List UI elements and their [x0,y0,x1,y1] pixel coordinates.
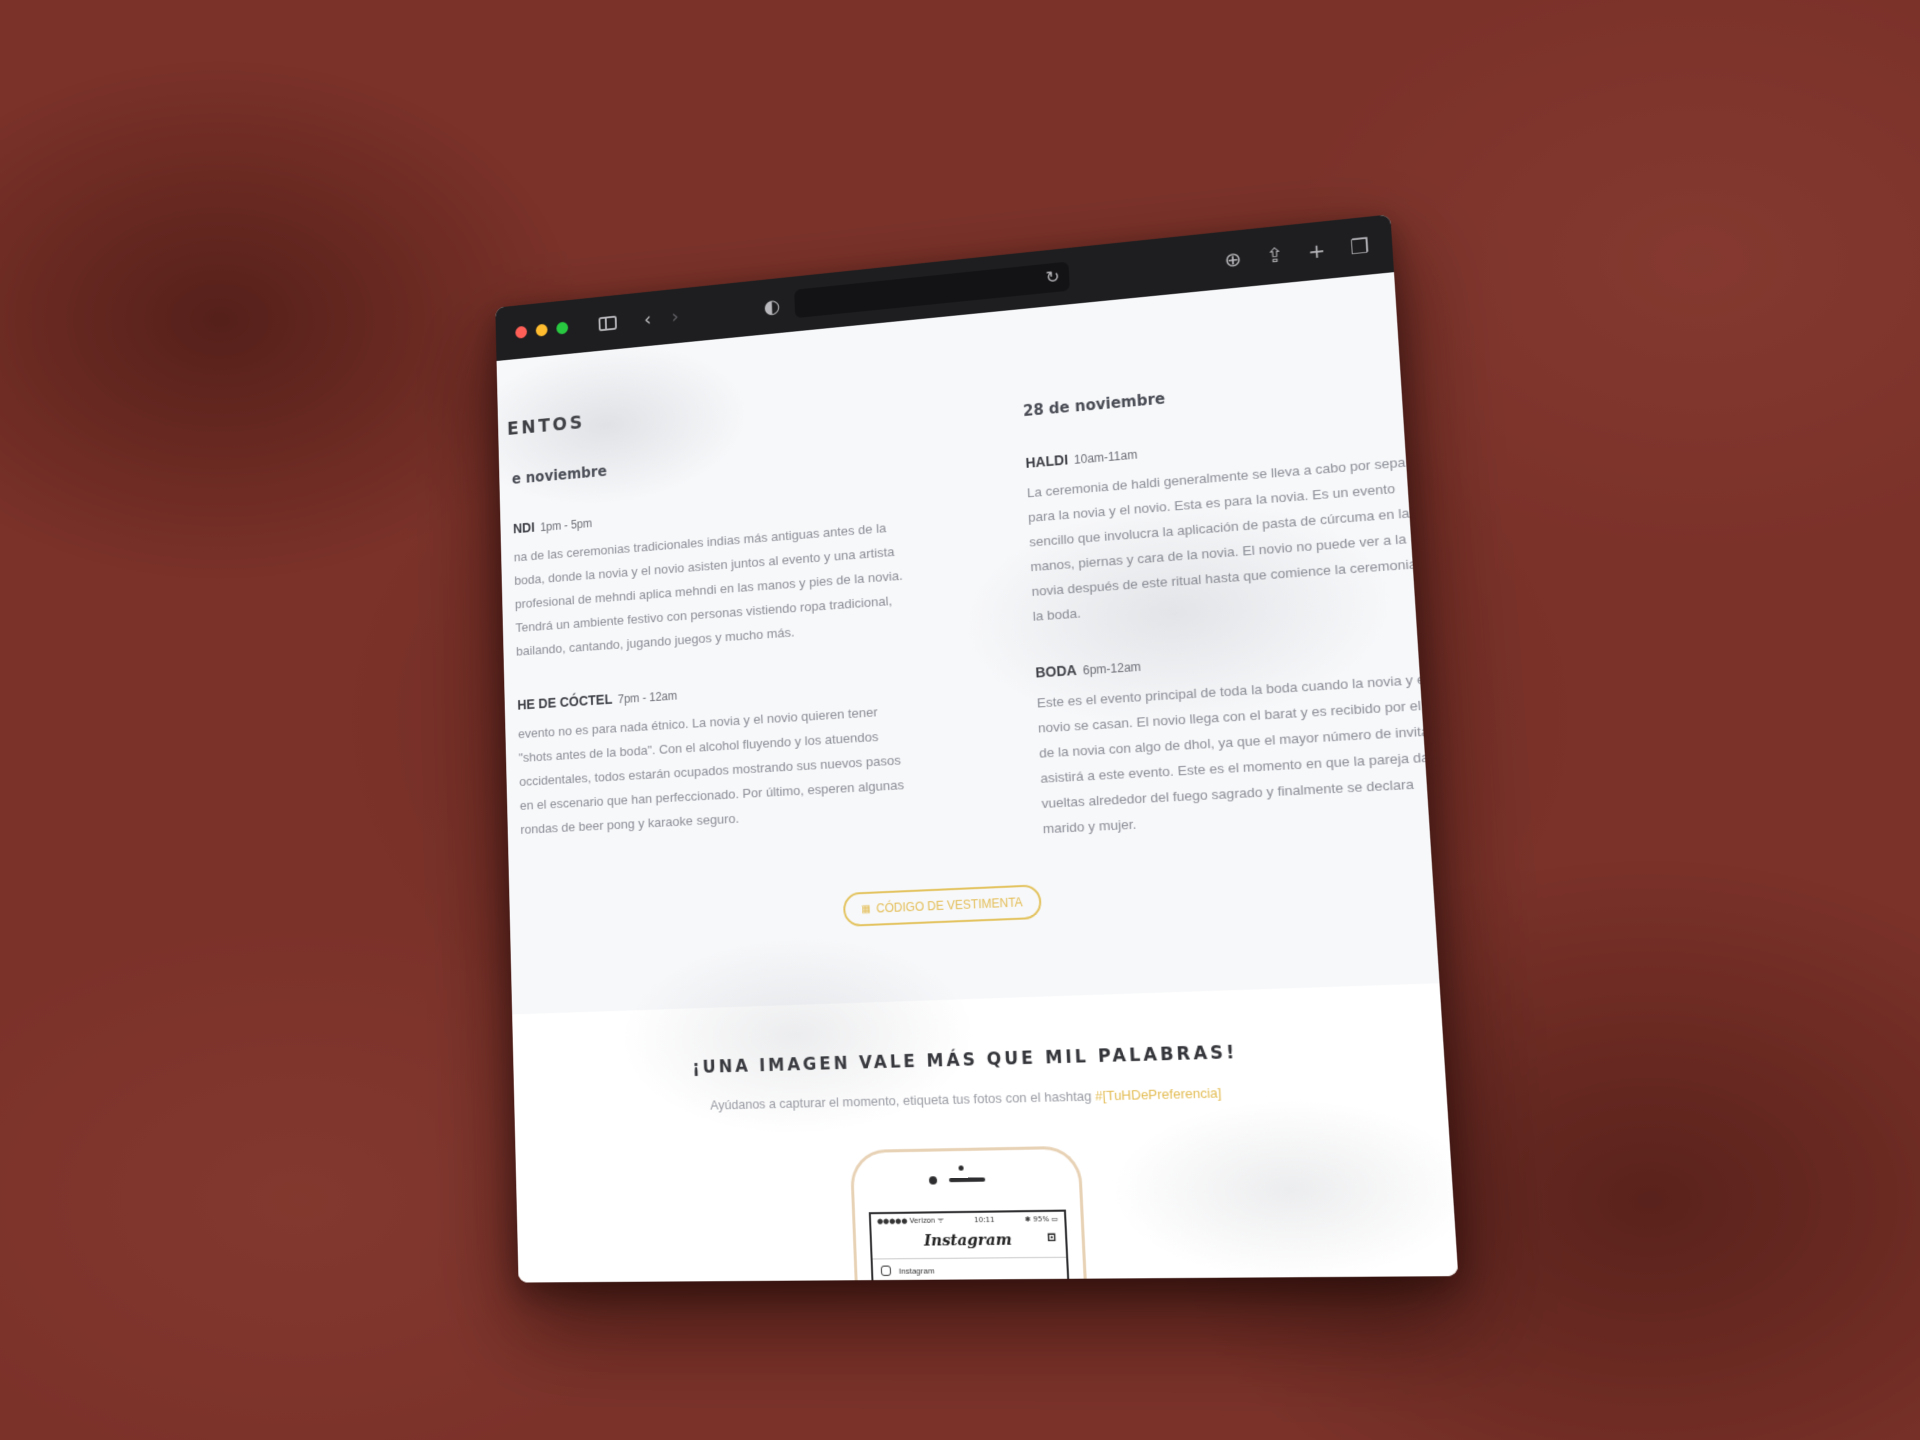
photo-section: ¡UNA IMAGEN VALE MÁS QUE MIL PALABRAS! A… [512,983,1459,1283]
photo-subtitle-text: Ayúdanos a capturar el momento, etiqueta… [709,1088,1092,1113]
event-description: evento no es para nada étnico. La novia … [517,704,905,837]
dress-code-label: CÓDIGO DE VESTIMENTA [876,895,1024,916]
event-time: 10am-11am [1073,447,1138,467]
battery-label: ✱ 95% ▭ [1024,1214,1059,1224]
event-time: 7pm - 12am [617,688,678,707]
event-time: 6pm-12am [1082,659,1142,678]
instagram-header: Instagram ⊡ [872,1229,1066,1250]
instagram-row-label: Instagram [898,1265,935,1276]
window-controls [515,321,569,339]
event-description: Este es el evento principal de toda la b… [1036,671,1454,837]
share-icon[interactable]: ⇪ [1265,242,1284,267]
close-window-button[interactable] [515,325,528,339]
toolbar-actions: ⊕ ⇪ + ❐ [1224,234,1370,272]
event-name: HE DE CÓCTEL [517,691,613,713]
back-icon[interactable]: ‹ [644,307,652,330]
events-section-title: ENTOS [506,412,586,440]
instagram-logo-text: Instagram [923,1230,1013,1250]
day-column-1: e noviembre NDI 1pm - 5pm na de las cerem… [512,437,919,877]
photo-section-subtitle: Ayúdanos a capturar el momento, etiqueta… [514,1079,1446,1117]
phone-speaker [948,1177,986,1183]
minimize-window-button[interactable] [535,323,548,337]
phone-screen: ●●●●● Verizon ᯤ 10:11 ✱ 95% ▭ Instagram … [868,1209,1073,1283]
phone-camera [928,1176,938,1185]
photo-section-title: ¡UNA IMAGEN VALE MÁS QUE MIL PALABRAS! [692,1042,1239,1079]
page-content: ENTOS e noviembre NDI 1pm - 5pm na de las… [496,272,1459,1283]
event-description: La ceremonia de haldi generalmente se ll… [1026,452,1438,624]
event-name: BODA [1035,661,1078,681]
phone-mockup: ●●●●● Verizon ᯤ 10:11 ✱ 95% ▭ Instagram … [849,1145,1091,1283]
sidebar-toggle-icon[interactable] [598,315,617,331]
day-column-2: 28 de noviembre HALDI 10am-11am La ceremo… [1023,366,1459,878]
forward-icon[interactable]: › [671,305,679,328]
privacy-shield-icon[interactable]: ◐ [763,294,780,318]
inbox-icon: ⊡ [1046,1229,1058,1245]
event-name: NDI [512,519,535,537]
events-section: ENTOS e noviembre NDI 1pm - 5pm na de las… [496,272,1453,1015]
phone-status-bar: ●●●●● Verizon ᯤ 10:11 ✱ 95% ▭ [871,1212,1065,1230]
event-time: 1pm - 5pm [539,516,593,535]
event-description: na de las ceremonias tradicionales india… [513,520,903,659]
tab-overview-icon[interactable]: ❐ [1350,234,1370,260]
dress-code-icon: ▦ [861,903,871,915]
day-date: 28 de noviembre [1022,389,1166,421]
hashtag-link[interactable]: #[TuHDePreferencia] [1095,1085,1222,1104]
dress-code-button[interactable]: ▦ CÓDIGO DE VESTIMENTA [842,884,1043,927]
reload-icon[interactable]: ↻ [1045,267,1060,288]
new-tab-icon[interactable]: + [1307,238,1326,264]
carrier-label: ●●●●● Verizon ᯤ [876,1216,945,1226]
download-icon[interactable]: ⊕ [1224,247,1242,272]
browser-window: ‹ › ◐ ↻ ⊕ ⇪ + ❐ ENTOS e noviembre NDI 1pm… [495,214,1459,1283]
zoom-window-button[interactable] [556,321,569,335]
clock-label: 10:11 [973,1215,995,1225]
phone-sensor [958,1165,964,1171]
instagram-row: Instagram [873,1258,1068,1282]
day-date: e noviembre [511,462,608,488]
instagram-icon [880,1265,892,1276]
event-name: HALDI [1025,451,1069,471]
